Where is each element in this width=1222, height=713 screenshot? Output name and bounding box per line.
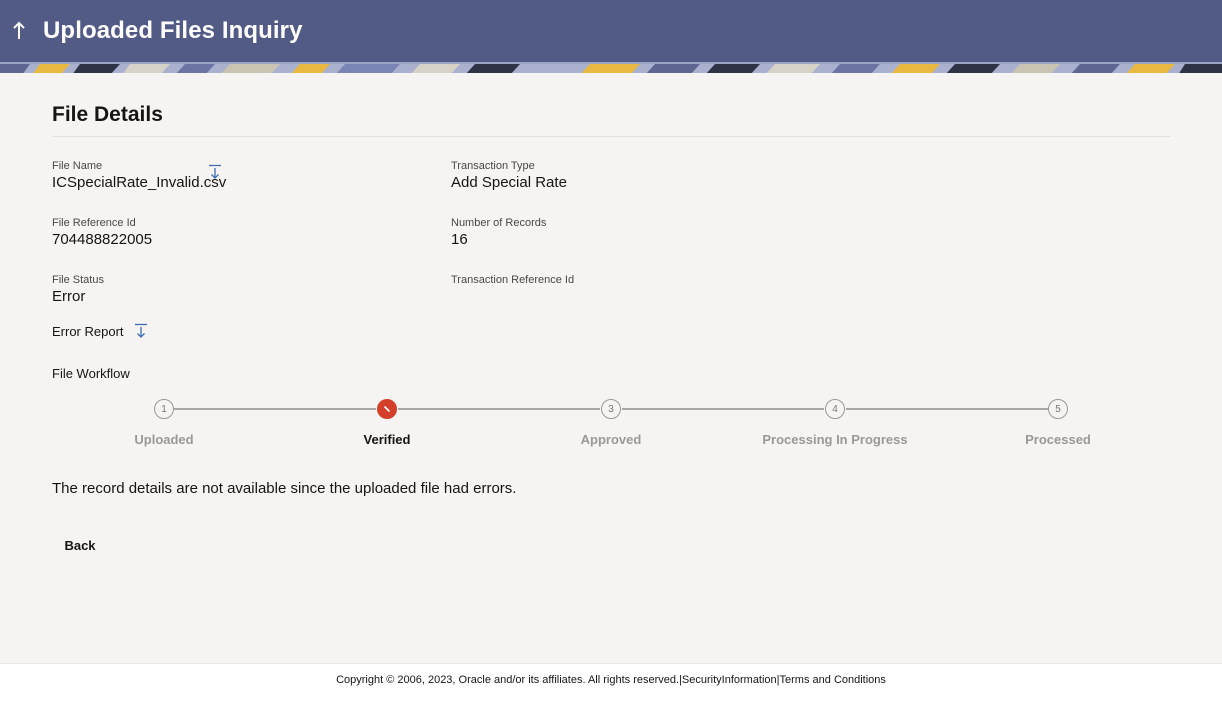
error-report: Error Report	[52, 323, 149, 339]
file-status-value: Error	[52, 288, 86, 305]
page-footer: Copyright © 2006, 2023, Oracle and/or it…	[0, 663, 1222, 713]
field-number-of-records: Number of Records 16	[451, 216, 546, 249]
field-file-status: File Status Error	[52, 273, 104, 306]
step-uploaded: 1 Uploaded	[74, 396, 254, 447]
step-number: 3	[601, 399, 621, 419]
number-of-records-value: 16	[451, 231, 468, 248]
step-processing-in-progress: 4 Processing In Progress	[745, 396, 925, 447]
step-number: 1	[154, 399, 174, 419]
field-file-name: File Name ICSpecialRate_Invalid.csv	[52, 159, 226, 192]
file-name-value: ICSpecialRate_Invalid.csv	[52, 174, 227, 191]
page-title: Uploaded Files Inquiry	[43, 17, 303, 44]
copyright-text: Copyright © 2006, 2023, Oracle and/or it…	[336, 674, 682, 686]
file-reference-id-value: 704488822005	[52, 231, 153, 248]
step-label: Approved	[580, 432, 642, 447]
number-of-records-label: Number of Records	[451, 217, 547, 229]
error-icon	[377, 399, 397, 419]
back-button[interactable]: Back	[52, 533, 108, 557]
security-information-link[interactable]: SecurityInformation	[682, 674, 777, 686]
file-status-label: File Status	[52, 274, 104, 286]
step-label: Uploaded	[134, 432, 194, 447]
field-file-reference-id: File Reference Id 704488822005	[52, 216, 152, 249]
step-label: Verified	[363, 432, 411, 447]
section-title: File Details	[52, 103, 163, 126]
step-label: Processed	[1025, 432, 1091, 447]
page-header: Uploaded Files Inquiry	[0, 0, 1222, 62]
workflow-stepper: 1 Uploaded Verified 3 Approved 4 Process…	[52, 396, 1170, 456]
error-report-download-icon[interactable]	[133, 323, 149, 339]
transaction-type-value: Add Special Rate	[451, 174, 567, 191]
footer-text: Copyright © 2006, 2023, Oracle and/or it…	[0, 674, 1222, 686]
step-processed: 5 Processed	[968, 396, 1148, 447]
field-transaction-type: Transaction Type Add Special Rate	[451, 159, 567, 192]
transaction-reference-id-label: Transaction Reference Id	[451, 274, 575, 286]
download-icon[interactable]	[207, 164, 223, 185]
step-number: 5	[1048, 399, 1068, 419]
transaction-type-label: Transaction Type	[451, 160, 535, 172]
step-verified: Verified	[297, 396, 477, 447]
step-number: 4	[825, 399, 845, 419]
section-divider	[52, 136, 1170, 137]
no-records-message: The record details are not available sin…	[52, 480, 517, 497]
error-report-label: Error Report	[52, 323, 124, 339]
file-name-label: File Name	[52, 160, 103, 172]
field-transaction-reference-id: Transaction Reference Id	[451, 273, 574, 288]
header-banner-pattern	[0, 62, 1222, 73]
workflow-label: File Workflow	[52, 366, 130, 381]
step-approved: 3 Approved	[521, 396, 701, 447]
terms-and-conditions-link[interactable]: Terms and Conditions	[780, 674, 886, 686]
step-label: Processing In Progress	[762, 432, 908, 447]
up-arrow-icon[interactable]	[9, 19, 29, 43]
file-reference-id-label: File Reference Id	[52, 217, 136, 229]
